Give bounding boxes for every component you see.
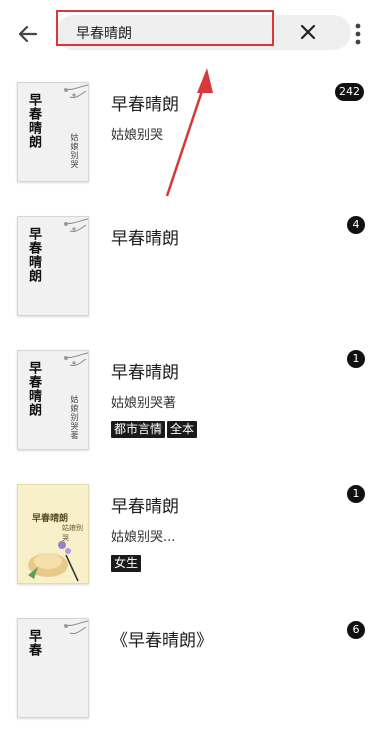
count-badge: 6 (347, 621, 365, 639)
list-item[interactable]: 早春晴朗 早春晴朗 4 (0, 214, 381, 334)
list-item[interactable]: 早春晴朗 姑娘别哭 早春晴朗 姑娘别哭... 女生 1 (0, 482, 381, 602)
arrow-left-icon (18, 25, 38, 43)
book-author: 姑娘别哭... (111, 530, 176, 545)
count-badge: 4 (347, 216, 365, 234)
close-icon (300, 24, 316, 40)
floral-ornament-icon (63, 84, 88, 98)
floral-ornament-icon (63, 620, 88, 634)
book-title: 《早春晴朗》 (111, 631, 213, 651)
cover-author: 姑娘别哭 (70, 133, 79, 169)
book-cover: 早春晴朗 (17, 216, 89, 316)
list-item[interactable]: 早春 《早春晴朗》 6 (0, 616, 381, 736)
tag-list: 都市言情 全本 (111, 418, 199, 438)
book-author: 姑娘别哭 (111, 128, 164, 143)
list-item[interactable]: 早春晴朗 姑娘别哭 早春晴朗 姑娘别哭 242 (0, 80, 381, 200)
book-title: 早春晴朗 (111, 497, 179, 517)
back-button[interactable] (14, 20, 42, 48)
count-badge: 242 (335, 83, 364, 101)
clear-button[interactable] (291, 17, 325, 49)
more-vertical-icon (355, 23, 361, 45)
book-cover: 早春晴朗 姑娘别哭著 (17, 350, 89, 450)
book-author: 姑娘别哭著 (111, 396, 177, 411)
count-badge: 1 (347, 350, 365, 368)
cover-author: 姑娘别哭著 (70, 395, 79, 440)
more-options-button[interactable] (348, 20, 368, 48)
book-title: 早春晴朗 (111, 229, 179, 249)
cover-title: 早春晴朗 (26, 361, 41, 417)
tag-list: 女生 (111, 552, 143, 572)
book-title: 早春晴朗 (111, 95, 179, 115)
book-cover: 早春晴朗 姑娘别哭 (17, 484, 89, 584)
book-cover: 早春 (17, 618, 89, 718)
highlight-box (56, 10, 274, 46)
cover-author: 姑娘别哭 (62, 524, 83, 542)
cover-title: 早春晴朗 (26, 93, 41, 149)
count-badge: 1 (347, 485, 365, 503)
status-tag: 全本 (167, 421, 198, 438)
floral-ornament-icon (63, 218, 88, 232)
cover-title: 早春晴朗 (26, 227, 41, 283)
genre-tag: 都市言情 (111, 421, 166, 438)
book-cover: 早春晴朗 姑娘别哭 (17, 82, 89, 182)
book-title: 早春晴朗 (111, 363, 179, 383)
search-bar (0, 0, 381, 66)
genre-tag: 女生 (111, 555, 142, 572)
floral-ornament-icon (63, 352, 88, 366)
list-item[interactable]: 早春晴朗 姑娘别哭著 早春晴朗 姑娘别哭著 都市言情 全本 1 (0, 348, 381, 468)
